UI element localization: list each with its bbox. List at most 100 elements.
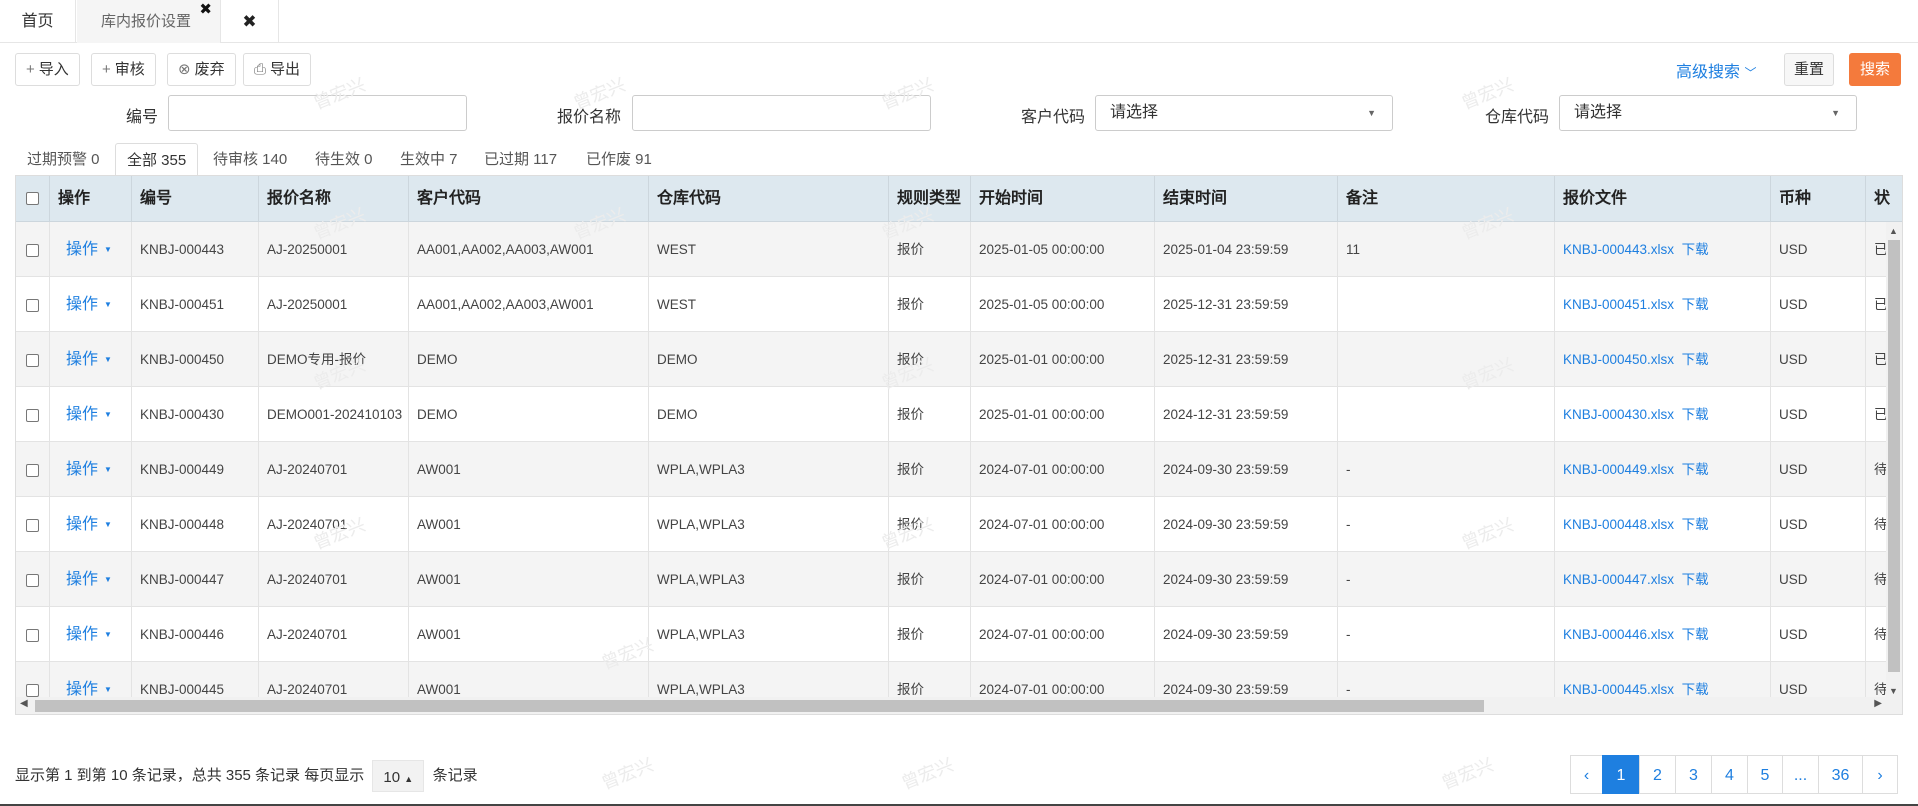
page-size-select[interactable]: 10 ▲ bbox=[372, 760, 425, 792]
col-header-quote-file: 报价文件 bbox=[1555, 176, 1771, 222]
page-button-2[interactable]: 2 bbox=[1639, 755, 1676, 794]
operation-dropdown[interactable]: 操作 ▼ bbox=[66, 296, 112, 313]
cell-quote-name: AJ-20240701 bbox=[259, 442, 409, 497]
export-button[interactable]: ⎙ 导出 bbox=[243, 53, 312, 86]
page-button-36[interactable]: 36 bbox=[1818, 755, 1863, 794]
horizontal-scroll-thumb[interactable] bbox=[35, 700, 1484, 712]
table-row: 操作 ▼ KNBJ-000430 DEMO001-202410103 DEMO DEMO 报… bbox=[16, 387, 1888, 442]
quote-name-input[interactable] bbox=[632, 95, 931, 131]
select-all-checkbox[interactable] bbox=[26, 192, 39, 206]
status-tab-discarded[interactable]: 已作废 91 bbox=[586, 143, 652, 176]
customer-code-select[interactable]: 请选择 ▼ bbox=[1095, 95, 1393, 131]
row-checkbox-cell bbox=[16, 332, 50, 387]
search-button[interactable]: 搜索 bbox=[1849, 53, 1901, 86]
download-link[interactable]: 下载 bbox=[1682, 572, 1709, 587]
page-prev-button[interactable]: ‹ bbox=[1570, 755, 1603, 794]
cell-rule-type: 报价 bbox=[889, 442, 971, 497]
horizontal-scrollbar[interactable]: ◀ ▶ bbox=[16, 697, 1902, 714]
page-button-3[interactable]: 3 bbox=[1675, 755, 1712, 794]
row-checkbox[interactable] bbox=[26, 298, 39, 312]
cell-rule-type: 报价 bbox=[889, 222, 971, 277]
download-link[interactable]: 下载 bbox=[1682, 407, 1709, 422]
table-row: 操作 ▼ KNBJ-000448 AJ-20240701 AW001 WPLA,WPLA3… bbox=[16, 497, 1888, 552]
status-tab-pending-audit[interactable]: 待审核 140 bbox=[213, 143, 287, 176]
quote-file-link[interactable]: KNBJ-000449.xlsx bbox=[1563, 462, 1674, 477]
operation-dropdown[interactable]: 操作 ▼ bbox=[66, 351, 112, 368]
col-header-start-time: 开始时间 bbox=[971, 176, 1155, 222]
cell-start-time: 2025-01-05 00:00:00 bbox=[971, 222, 1155, 277]
vertical-scrollbar[interactable]: ▲ ▼ bbox=[1886, 222, 1902, 700]
caret-down-icon: ▼ bbox=[104, 520, 112, 530]
operation-dropdown[interactable]: 操作 ▼ bbox=[66, 571, 112, 588]
page-button-5[interactable]: 5 bbox=[1747, 755, 1783, 794]
operation-dropdown[interactable]: 操作 ▼ bbox=[66, 626, 112, 643]
row-checkbox[interactable] bbox=[26, 463, 39, 477]
status-tab-pending-effective[interactable]: 待生效 0 bbox=[315, 143, 373, 176]
operation-dropdown[interactable]: 操作 ▼ bbox=[66, 681, 112, 698]
close-all-tabs-button[interactable]: ✖ bbox=[221, 0, 279, 43]
download-link[interactable]: 下载 bbox=[1682, 517, 1709, 532]
download-link[interactable]: 下载 bbox=[1682, 297, 1709, 312]
quote-file-link[interactable]: KNBJ-000430.xlsx bbox=[1563, 407, 1674, 422]
page-next-button[interactable]: › bbox=[1862, 755, 1898, 794]
quote-file-link[interactable]: KNBJ-000447.xlsx bbox=[1563, 572, 1674, 587]
quote-file-link[interactable]: KNBJ-000450.xlsx bbox=[1563, 352, 1674, 367]
tab-home[interactable]: 首页 bbox=[0, 0, 76, 43]
warehouse-code-select[interactable]: 请选择 ▼ bbox=[1559, 95, 1857, 131]
cell-end-time: 2024-09-30 23:59:59 bbox=[1155, 552, 1338, 607]
operation-label: 操作 bbox=[66, 241, 99, 258]
row-checkbox[interactable] bbox=[26, 573, 39, 587]
cell-rule-type: 报价 bbox=[889, 607, 971, 662]
download-link[interactable]: 下载 bbox=[1682, 627, 1709, 642]
status-tab-effective[interactable]: 生效中 7 bbox=[400, 143, 458, 176]
vertical-scroll-thumb[interactable] bbox=[1888, 240, 1900, 672]
operation-dropdown[interactable]: 操作 ▼ bbox=[66, 241, 112, 258]
page-button-1[interactable]: 1 bbox=[1602, 755, 1640, 794]
row-checkbox[interactable] bbox=[26, 628, 39, 642]
scroll-left-icon[interactable]: ◀ bbox=[20, 698, 28, 709]
download-link[interactable]: 下载 bbox=[1682, 682, 1709, 697]
quote-file-link[interactable]: KNBJ-000446.xlsx bbox=[1563, 627, 1674, 642]
download-link[interactable]: 下载 bbox=[1682, 352, 1709, 367]
tab-quote-settings[interactable]: 库内报价设置 ✖ bbox=[77, 0, 221, 43]
row-checkbox[interactable] bbox=[26, 353, 39, 367]
quote-file-link[interactable]: KNBJ-000451.xlsx bbox=[1563, 297, 1674, 312]
operation-dropdown[interactable]: 操作 ▼ bbox=[66, 461, 112, 478]
status-tab-expiring[interactable]: 过期预警 0 bbox=[27, 143, 100, 176]
quote-file-link[interactable]: KNBJ-000443.xlsx bbox=[1563, 242, 1674, 257]
row-checkbox[interactable] bbox=[26, 683, 39, 697]
status-tab-all[interactable]: 全部 355 bbox=[115, 143, 199, 176]
cell-quote-file: KNBJ-000449.xlsx 下载 bbox=[1555, 442, 1771, 497]
operation-dropdown[interactable]: 操作 ▼ bbox=[66, 406, 112, 423]
download-link[interactable]: 下载 bbox=[1682, 242, 1709, 257]
cell-code: KNBJ-000450 bbox=[132, 332, 259, 387]
quote-file-link[interactable]: KNBJ-000448.xlsx bbox=[1563, 517, 1674, 532]
cancel-circle-icon: ⊗ bbox=[178, 61, 191, 78]
scroll-up-icon[interactable]: ▲ bbox=[1889, 226, 1898, 236]
col-header-warehouse-code: 仓库代码 bbox=[649, 176, 889, 222]
code-input[interactable] bbox=[168, 95, 467, 131]
scroll-down-icon[interactable]: ▼ bbox=[1889, 686, 1898, 696]
operation-dropdown[interactable]: 操作 ▼ bbox=[66, 516, 112, 533]
row-checkbox[interactable] bbox=[26, 408, 39, 422]
cell-warehouse-code: WEST bbox=[649, 277, 889, 332]
quote-file-link[interactable]: KNBJ-000445.xlsx bbox=[1563, 682, 1674, 697]
row-checkbox[interactable] bbox=[26, 243, 39, 257]
advanced-search-toggle[interactable]: 高级搜索 ﹀ bbox=[1676, 58, 1756, 82]
row-checkbox[interactable] bbox=[26, 518, 39, 532]
col-header-currency: 币种 bbox=[1771, 176, 1866, 222]
download-link[interactable]: 下载 bbox=[1682, 462, 1709, 477]
watermark: 曾宏兴 bbox=[1438, 754, 1497, 794]
cell-operation: 操作 ▼ bbox=[50, 607, 132, 662]
discard-button[interactable]: ⊗ 废弃 bbox=[167, 53, 236, 86]
status-tab-expired[interactable]: 已过期 117 bbox=[484, 143, 557, 176]
import-button[interactable]: + 导入 bbox=[15, 53, 80, 86]
page-button-4[interactable]: 4 bbox=[1711, 755, 1748, 794]
scroll-right-icon[interactable]: ▶ bbox=[1874, 698, 1882, 709]
caret-down-icon: ▼ bbox=[104, 355, 112, 365]
reset-button[interactable]: 重置 bbox=[1784, 53, 1834, 86]
cell-currency: USD bbox=[1771, 332, 1866, 387]
audit-button[interactable]: + 审核 bbox=[91, 53, 156, 86]
cell-currency: USD bbox=[1771, 387, 1866, 442]
close-icon[interactable]: ✖ bbox=[199, 0, 212, 32]
